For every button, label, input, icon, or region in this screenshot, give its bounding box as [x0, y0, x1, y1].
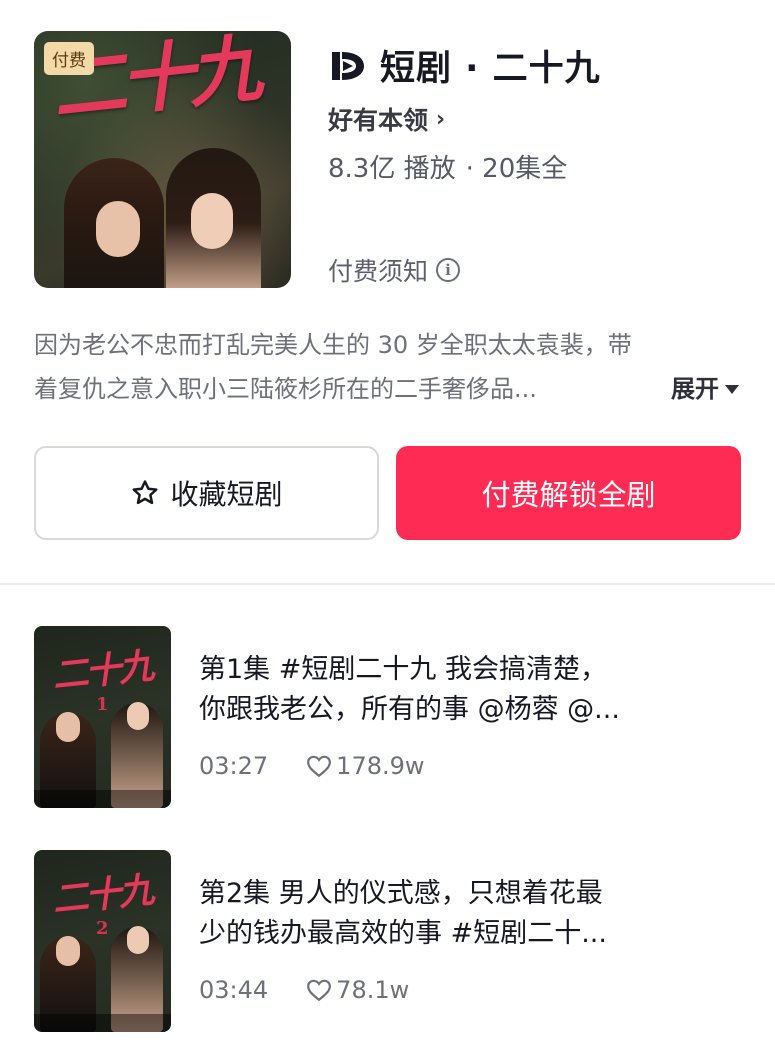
- thumb-footer: [34, 1014, 171, 1032]
- episode-duration: 03:27: [199, 752, 269, 780]
- unlock-all-button[interactable]: 付费解锁全剧: [396, 446, 741, 540]
- episode-item[interactable]: 二十九 1 第1集 #短剧二十九 我会搞清楚， 你跟我老公，所有的事 @杨蓉 @…: [34, 626, 744, 808]
- drama-title-row: 短剧 · 二十九: [328, 40, 601, 91]
- play-count: 8.3亿 播放: [328, 154, 456, 184]
- episode-thumbnail: 二十九 2: [34, 850, 171, 1032]
- episode-meta: 03:27 178.9w: [199, 752, 425, 780]
- episode-likes-count: 178.9w: [336, 752, 425, 780]
- episode-meta: 03:44 78.1w: [199, 976, 409, 1004]
- thumb-title-art: 二十九: [50, 644, 154, 698]
- thumb-episode-number: 1: [96, 694, 109, 715]
- thumb-face-left: [56, 936, 80, 966]
- drama-description: 因为老公不忠而打乱完美人生的 30 岁全职太太袁裴，带 着复仇之意入职小三陆筱杉…: [34, 323, 739, 411]
- episodes-total: · 20集全: [465, 154, 568, 184]
- episode-title-line-2: 少的钱办最高效的事 #短剧二十...: [199, 918, 607, 949]
- thumb-title-art: 二十九: [50, 868, 154, 922]
- favorite-drama-button[interactable]: 收藏短剧: [34, 446, 379, 540]
- episode-likes-count: 78.1w: [336, 976, 410, 1004]
- chevron-right-icon: ›: [436, 106, 446, 132]
- unlock-label: 付费解锁全剧: [481, 478, 656, 512]
- thumb-footer: [34, 790, 171, 808]
- heart-icon: [307, 979, 332, 1002]
- expand-label: 展开: [671, 375, 719, 403]
- thumb-face-left: [56, 712, 80, 742]
- thumb-face-right: [127, 702, 149, 730]
- thumb-episode-number: 2: [96, 918, 109, 939]
- favorite-label: 收藏短剧: [170, 478, 283, 511]
- episode-likes: 78.1w: [306, 976, 409, 1004]
- author-link[interactable]: 好有本领 ›: [328, 101, 445, 137]
- info-icon: i: [436, 258, 461, 282]
- drama-title: 短剧 · 二十九: [380, 49, 601, 89]
- payment-notice-link[interactable]: 付费须知 i: [328, 252, 461, 288]
- thumb-face-right: [127, 926, 149, 954]
- drama-stats: 8.3亿 播放 · 20集全: [328, 148, 567, 185]
- episode-item[interactable]: 二十九 2 第2集 男人的仪式感，只想着花最 少的钱办最高效的事 #短剧二十..…: [34, 850, 744, 1032]
- episode-thumbnail: 二十九 1: [34, 626, 171, 808]
- section-divider: [0, 583, 775, 585]
- caret-down-icon: [725, 384, 739, 394]
- paid-badge: 付费: [44, 42, 94, 75]
- episode-title-line-2: 你跟我老公，所有的事 @杨蓉 @...: [199, 694, 620, 725]
- episode-title-line-1: 第2集 男人的仪式感，只想着花最: [199, 878, 603, 909]
- cover-face-left: [96, 201, 140, 257]
- episode-title: 第2集 男人的仪式感，只想着花最 少的钱办最高效的事 #短剧二十...: [199, 874, 719, 954]
- author-name: 好有本领: [328, 106, 429, 135]
- episode-title: 第1集 #短剧二十九 我会搞清楚， 你跟我老公，所有的事 @杨蓉 @...: [199, 650, 719, 730]
- description-line-2: 着复仇之意入职小三陆筱杉所在的二手奢侈品...: [34, 375, 537, 403]
- episode-title-line-1: 第1集 #短剧二十九 我会搞清楚，: [199, 654, 607, 685]
- short-drama-logo-icon: [332, 51, 364, 80]
- drama-cover[interactable]: 二十九 付费: [34, 31, 291, 288]
- episode-duration: 03:44: [199, 976, 269, 1004]
- payment-notice-label: 付费须知: [328, 257, 429, 286]
- heart-icon: [307, 755, 332, 778]
- star-icon: [132, 480, 158, 505]
- cover-face-right: [191, 193, 233, 249]
- expand-button[interactable]: 展开: [671, 367, 739, 411]
- description-line-1: 因为老公不忠而打乱完美人生的 30 岁全职太太袁裴，带: [34, 331, 632, 359]
- episode-likes: 178.9w: [306, 752, 425, 780]
